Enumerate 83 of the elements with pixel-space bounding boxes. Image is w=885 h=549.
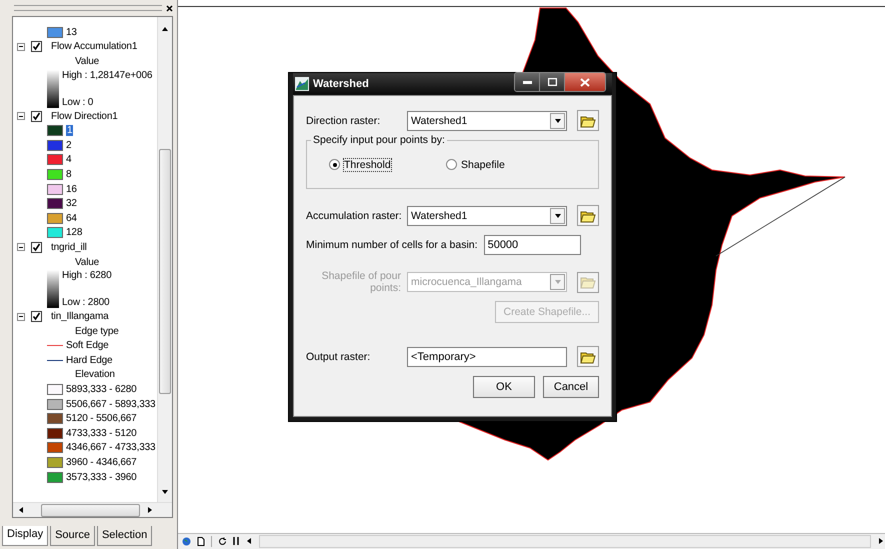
dropdown[interactable]: Watershed1 [407,110,567,130]
maximize-button[interactable] [540,73,565,91]
scroll-up-icon[interactable] [161,25,169,33]
legend-heading: Value [75,256,100,268]
legend-label[interactable]: 8 [66,168,72,180]
field-label: Output raster: [306,350,372,362]
field-label: Shapefile of pour points: [320,270,401,294]
collapse-toggle[interactable] [17,243,25,252]
scroll-left-icon[interactable] [245,537,253,545]
legend-label[interactable]: 5506,667 - 5893,333 [66,398,156,410]
window-title: Watershed [313,78,370,90]
scroll-left-icon[interactable] [17,506,25,514]
scroll-down-icon[interactable] [161,488,169,496]
ramp-high-label: High : 1,28147e+006 [62,70,152,81]
scrollbar-thumb[interactable] [159,149,171,394]
input-field[interactable]: <Temporary> [407,346,567,366]
legend-label[interactable]: 128 [66,227,82,238]
legend-label[interactable]: 3573,333 - 3960 [66,472,137,483]
legend-label[interactable]: 4733,333 - 5120 [66,428,137,439]
field-label: Minimum number of cells for a basin: [306,239,478,251]
radio-option[interactable]: Threshold [329,158,446,170]
layer-checkbox[interactable] [31,311,42,322]
browse-button[interactable] [577,110,599,131]
app-icon [295,77,309,91]
caret-icon[interactable] [554,116,562,124]
legend-label[interactable]: 1 [66,125,74,136]
legend-label[interactable]: 4 [66,154,72,166]
scrollbar-thumb[interactable] [41,504,140,516]
legend-label[interactable]: 32 [66,198,77,210]
close-icon [580,78,590,86]
layer-checkbox[interactable] [31,110,42,122]
refresh-icon[interactable] [218,536,227,546]
globe-icon[interactable] [182,536,191,546]
layer-name[interactable]: Flow Accumulation1 [51,41,138,52]
legend-label: Soft Edge [66,340,109,352]
radio-option[interactable]: Shapefile [446,158,563,170]
ramp-low-label: Low : 2800 [62,297,110,308]
layer-name[interactable]: tin_Illangama [51,311,109,322]
close-icon[interactable] [166,4,173,12]
legend-label[interactable]: 4346,667 - 4733,333 [66,442,156,454]
minimize-button[interactable] [515,73,540,91]
legend-label[interactable]: 3960 - 4346,667 [66,457,137,468]
collapse-toggle[interactable] [17,112,25,120]
collapse-toggle[interactable] [17,42,25,51]
tab[interactable]: Source [50,526,95,546]
layer-name[interactable]: tngrid_ill [51,242,87,253]
legend-label[interactable]: 5893,333 - 6280 [66,384,137,396]
ramp-high-label: High : 6280 [62,270,112,282]
legend-label[interactable]: 64 [66,212,77,224]
minimize-icon [522,80,532,84]
browse-button[interactable] [577,346,599,367]
input-field[interactable]: 50000 [484,235,581,255]
collapse-toggle[interactable] [17,312,25,321]
tab[interactable]: Display [2,526,48,546]
layer-checkbox[interactable] [31,242,42,253]
legend-label[interactable]: 2 [66,140,72,151]
color-ramp [47,70,59,108]
maximize-icon [548,78,556,86]
dialog-button[interactable]: OK [473,376,535,398]
group-label: Specify input pour points by: [311,134,447,146]
dialog-button[interactable]: Cancel [543,376,599,398]
dropdown[interactable]: Watershed1 [407,206,567,226]
layer-name[interactable]: Flow Direction1 [51,110,118,122]
legend-label[interactable]: 16 [66,184,77,195]
caret-icon[interactable] [554,212,562,220]
tab[interactable]: Selection [96,526,152,546]
pause-icon[interactable] [233,537,239,545]
field-label: Direction raster: [306,114,382,126]
page-icon[interactable] [197,536,205,546]
legend-heading: Value [75,56,100,67]
scroll-right-icon[interactable] [877,537,885,545]
scroll-right-icon[interactable] [146,506,154,514]
browse-button[interactable] [577,205,599,226]
legend-heading: Edge type [75,326,119,337]
close-button[interactable] [565,73,605,91]
legend-heading: Elevation [75,369,115,380]
legend-label[interactable]: 5120 - 5506,667 [66,413,137,424]
layer-checkbox[interactable] [31,41,42,52]
ramp-low-label: Low : 0 [62,96,94,108]
color-ramp [47,270,59,308]
legend-label: Hard Edge [66,354,112,366]
legend-label[interactable]: 13 [66,26,77,38]
field-label: Accumulation raster: [306,210,401,222]
